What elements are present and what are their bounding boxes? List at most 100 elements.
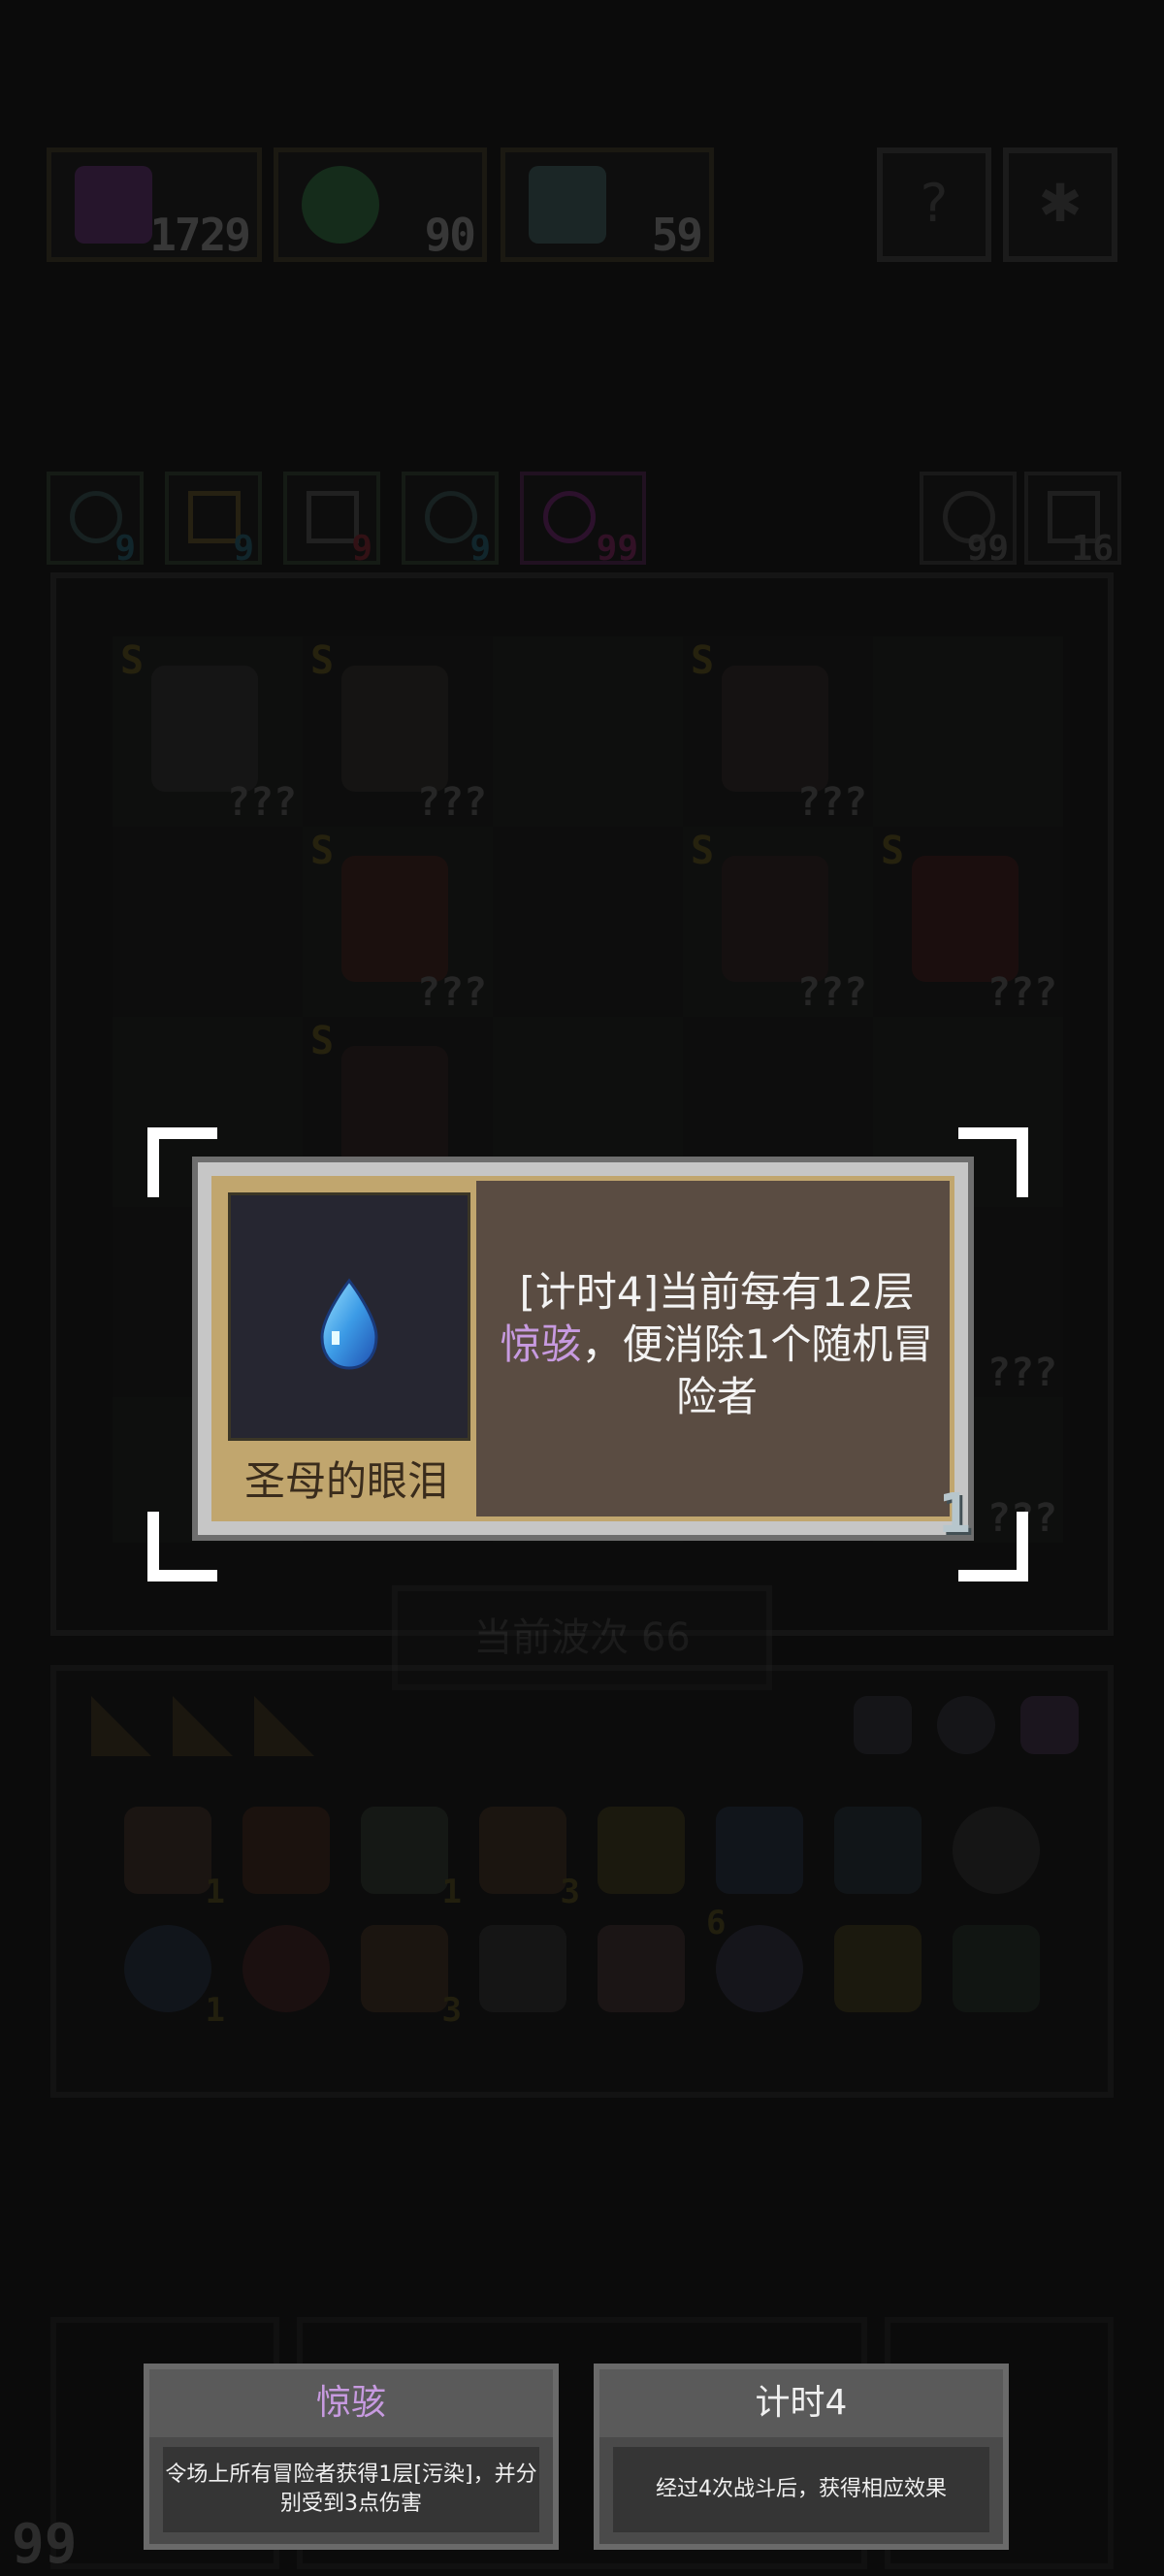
energy-count: 16 — [1071, 529, 1114, 569]
keyword-title: 计时4 — [599, 2369, 1003, 2437]
desc-text: [计时4]当前每有12层 — [519, 1268, 915, 1316]
status-count: 9 — [469, 529, 491, 569]
hero-warrior-icon — [341, 666, 448, 792]
purple-gem-icon — [75, 166, 152, 244]
board-cell[interactable]: S ??? — [113, 636, 303, 827]
item-frame: 圣母的眼泪 — [216, 1181, 476, 1516]
hero-unknown: ??? — [226, 780, 297, 825]
tear-item-icon[interactable]: 1 — [124, 1925, 225, 2030]
item-count: 1 — [205, 1873, 225, 1911]
resource-count: 59 — [651, 209, 703, 261]
status-effect[interactable]: 9 — [402, 472, 499, 569]
eye-item-icon[interactable] — [479, 1925, 566, 2012]
board-cell[interactable] — [493, 636, 683, 827]
flask-item-icon[interactable] — [834, 1925, 922, 2012]
status-effect[interactable]: 9 — [283, 472, 380, 569]
board-cell[interactable]: S ??? — [683, 636, 873, 827]
board-cell[interactable]: S ??? — [303, 827, 493, 1017]
flower-item-icon[interactable] — [242, 1925, 330, 2012]
item-count: 3 — [560, 1873, 580, 1911]
energy-counter[interactable]: 16 — [1024, 472, 1121, 569]
gear-icon: ✱ — [1038, 173, 1083, 234]
hat-item-icon[interactable]: 1 — [124, 1807, 225, 1911]
skull-icon — [529, 166, 606, 244]
tab-triangle-icon[interactable] — [173, 1696, 233, 1756]
keyword-card-timer: 计时4 经过4次战斗后，获得相应效果 — [594, 2364, 1009, 2550]
hero-rank: S — [120, 638, 145, 683]
status-effect[interactable]: 9 — [47, 472, 144, 569]
hero-unknown: ??? — [986, 970, 1057, 1015]
keyword-description: 令场上所有冒险者获得1层[污染]，并分别受到3点伤害 — [163, 2447, 539, 2532]
board-cell[interactable]: S ??? — [303, 636, 493, 827]
board-cell[interactable] — [493, 827, 683, 1017]
hero-rank: S — [310, 829, 335, 873]
hero-rank: S — [881, 829, 905, 873]
question-icon: ? — [920, 173, 949, 234]
status-count: 9 — [114, 529, 136, 569]
status-count: 9 — [233, 529, 254, 569]
hero-mage-icon — [722, 666, 828, 792]
hero-rank: S — [691, 829, 715, 873]
keyword-desc-text: 令场上所有冒险者获得1层[污染]，并分别受到3点伤害 — [165, 2462, 537, 2516]
hero-rank: S — [691, 638, 715, 683]
keyword-desc-text: 经过4次战斗后，获得相应效果 — [656, 2477, 947, 2501]
resource-purple-gem[interactable]: 1729 — [47, 147, 262, 262]
item-description: [计时4]当前每有12层 惊骇，便消除1个随机冒险者 — [498, 1266, 936, 1423]
reroll-count: 99 — [966, 529, 1009, 569]
demon-item-icon[interactable] — [598, 1925, 685, 2012]
item-name: 圣母的眼泪 — [243, 1457, 448, 1505]
portrait-icon[interactable] — [1020, 1696, 1079, 1754]
item-count: 6 — [706, 1904, 727, 1942]
hero-paladin-icon — [341, 1046, 448, 1172]
molecule-item-icon[interactable] — [834, 1807, 922, 1894]
help-button[interactable]: ? — [877, 147, 991, 262]
hero-unknown: ??? — [796, 970, 867, 1015]
shield-item-icon[interactable] — [242, 1807, 330, 1894]
keyword-title: 惊骇 — [149, 2369, 553, 2437]
hero-unknown: ??? — [416, 970, 487, 1015]
status-effect[interactable]: 9 — [165, 472, 262, 569]
ring-icon — [302, 166, 379, 244]
tab-triangle-icon[interactable] — [254, 1696, 314, 1756]
board-cell[interactable]: S ??? — [873, 827, 1063, 1017]
hero-armored-icon — [341, 856, 448, 982]
hero-rank: S — [310, 1019, 335, 1063]
ring-item-icon[interactable] — [953, 1807, 1040, 1894]
gear-icon[interactable] — [854, 1696, 912, 1754]
reroll-counter[interactable]: 99 — [920, 472, 1017, 569]
status-effect[interactable]: 99 — [520, 472, 646, 569]
board-cell[interactable] — [873, 636, 1063, 827]
lock-item-icon[interactable] — [953, 1925, 1040, 2012]
desc-text: ，便消除1个随机冒险者 — [581, 1321, 934, 1420]
hero-unknown: ??? — [416, 780, 487, 825]
item-count: 1 — [441, 1873, 462, 1911]
status-count: 9 — [351, 529, 372, 569]
item-preview — [228, 1192, 470, 1441]
hero-knight-icon — [151, 666, 258, 792]
item-level: 1 — [938, 1483, 971, 1546]
keyword-link[interactable]: 惊骇 — [501, 1321, 582, 1368]
potion-item-icon[interactable] — [716, 1807, 803, 1894]
book-item-icon[interactable]: 3 — [479, 1807, 580, 1911]
board-cell[interactable] — [113, 827, 303, 1017]
resource-skull-face[interactable]: 59 — [501, 147, 714, 262]
figure-item-icon[interactable]: 1 — [361, 1807, 462, 1911]
status-count: 99 — [596, 529, 638, 569]
tab-triangle-icon[interactable] — [91, 1696, 151, 1756]
item-count: 1 — [205, 1991, 225, 2030]
bust-item-icon[interactable]: 3 — [361, 1925, 462, 2030]
corruption-icon — [543, 491, 596, 543]
resource-count: 90 — [424, 209, 476, 261]
resource-count: 1729 — [149, 209, 251, 261]
wave-label: 当前波次 66 — [473, 1615, 691, 1660]
hero-swordsman-icon — [722, 856, 828, 982]
board-cell[interactable]: S ??? — [683, 827, 873, 1017]
orb-icon[interactable] — [937, 1696, 995, 1754]
sparkle-item-icon[interactable]: 6 — [706, 1904, 803, 2012]
settings-button[interactable]: ✱ — [1003, 147, 1117, 262]
hero-rank: S — [310, 638, 335, 683]
hero-unknown: ??? — [986, 1351, 1057, 1395]
item-tooltip: 圣母的眼泪 [计时4]当前每有12层 惊骇，便消除1个随机冒险者 1 — [192, 1157, 974, 1546]
resource-rainbow-ring[interactable]: 90 — [274, 147, 487, 262]
banner-item-icon[interactable] — [598, 1807, 685, 1894]
